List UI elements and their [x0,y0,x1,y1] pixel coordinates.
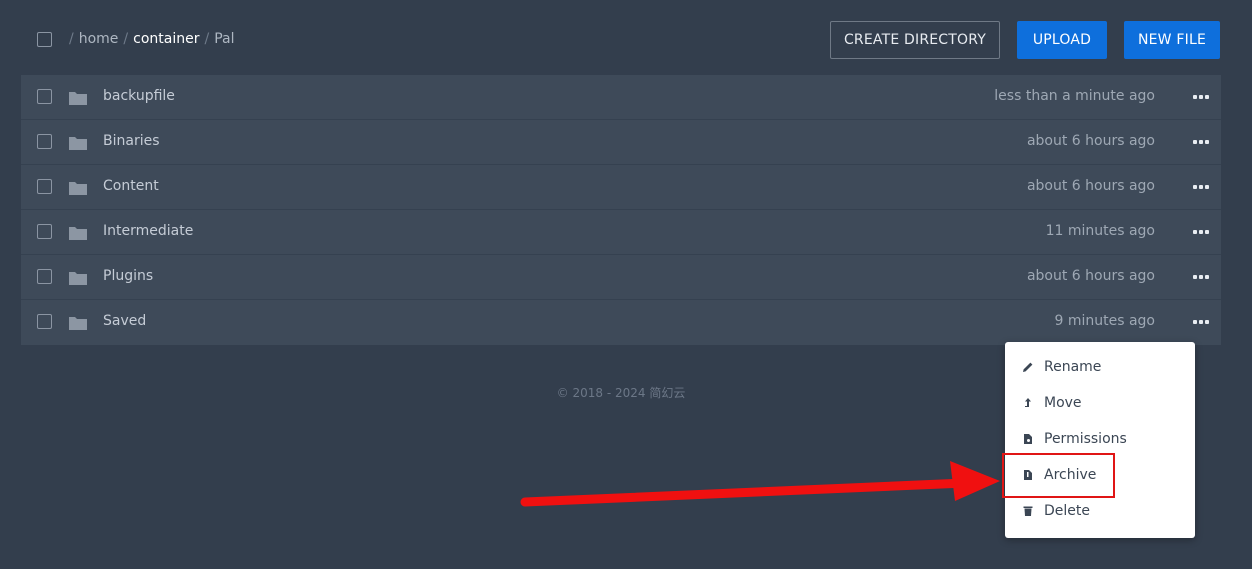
file-modified: 9 minutes ago [1054,313,1155,329]
menu-item-label: Archive [1044,467,1097,483]
pencil-icon [1023,362,1033,372]
more-options-icon[interactable] [1193,95,1209,100]
row-checkbox[interactable] [37,224,52,239]
more-options-icon[interactable] [1193,140,1209,145]
breadcrumb-home[interactable]: home [79,31,119,47]
folder-icon [69,182,87,195]
file-list: backupfile less than a minute ago Binari… [21,75,1221,345]
archive-icon [1024,470,1032,480]
file-name[interactable]: backupfile [103,88,175,104]
folder-icon [69,227,87,240]
breadcrumb-current: Pal [214,31,235,47]
file-name[interactable]: Intermediate [103,223,193,239]
menu-item-label: Permissions [1044,431,1127,447]
breadcrumb: / home / container / Pal [69,30,235,48]
file-modified: about 6 hours ago [1026,268,1155,284]
more-options-icon[interactable] [1193,185,1209,190]
row-checkbox[interactable] [37,179,52,194]
menu-item-label: Rename [1044,359,1102,375]
file-row[interactable]: Saved 9 minutes ago [21,300,1221,345]
file-modified: less than a minute ago [994,88,1155,104]
more-options-icon[interactable] [1193,230,1209,235]
file-modified: about 6 hours ago [1026,178,1155,194]
file-row[interactable]: backupfile less than a minute ago [21,75,1221,120]
menu-item-delete[interactable]: Delete [1005,493,1195,529]
more-options-icon[interactable] [1193,320,1209,325]
file-row[interactable]: Binaries about 6 hours ago [21,120,1221,165]
menu-item-label: Delete [1044,503,1090,519]
row-checkbox[interactable] [37,89,52,104]
file-name[interactable]: Binaries [103,133,160,149]
file-row[interactable]: Plugins about 6 hours ago [21,255,1221,300]
menu-item-rename[interactable]: Rename [1005,349,1195,385]
folder-icon [69,317,87,330]
new-file-button[interactable]: NEW FILE [1124,21,1220,59]
row-checkbox[interactable] [37,134,52,149]
more-options-icon[interactable] [1193,275,1209,280]
file-name[interactable]: Saved [103,313,146,329]
file-row[interactable]: Content about 6 hours ago [21,165,1221,210]
breadcrumb-container[interactable]: container [133,31,199,47]
file-row[interactable]: Intermediate 11 minutes ago [21,210,1221,255]
context-menu: Rename Move Permissions Archive Delete [1005,342,1195,538]
upload-button[interactable]: UPLOAD [1017,21,1107,59]
select-all-checkbox[interactable] [37,32,52,47]
menu-item-label: Move [1044,395,1082,411]
move-icon [1025,398,1031,407]
breadcrumb-separator: / [204,31,210,47]
trash-icon [1023,506,1033,516]
file-name[interactable]: Content [103,178,159,194]
row-checkbox[interactable] [37,269,52,284]
file-modified: 11 minutes ago [1045,223,1155,239]
file-modified: about 6 hours ago [1026,133,1155,149]
folder-icon [69,137,87,150]
breadcrumb-separator: / [123,31,129,47]
permissions-icon [1024,434,1032,444]
file-manager-page: / home / container / Pal CREATE DIRECTOR… [0,0,1252,569]
row-checkbox[interactable] [37,314,52,329]
file-name[interactable]: Plugins [103,268,153,284]
breadcrumb-separator: / [69,31,74,47]
create-directory-button[interactable]: CREATE DIRECTORY [830,21,1000,59]
folder-icon [69,272,87,285]
menu-item-archive[interactable]: Archive [1005,457,1195,493]
menu-item-move[interactable]: Move [1005,385,1195,421]
menu-item-permissions[interactable]: Permissions [1005,421,1195,457]
folder-icon [69,92,87,105]
